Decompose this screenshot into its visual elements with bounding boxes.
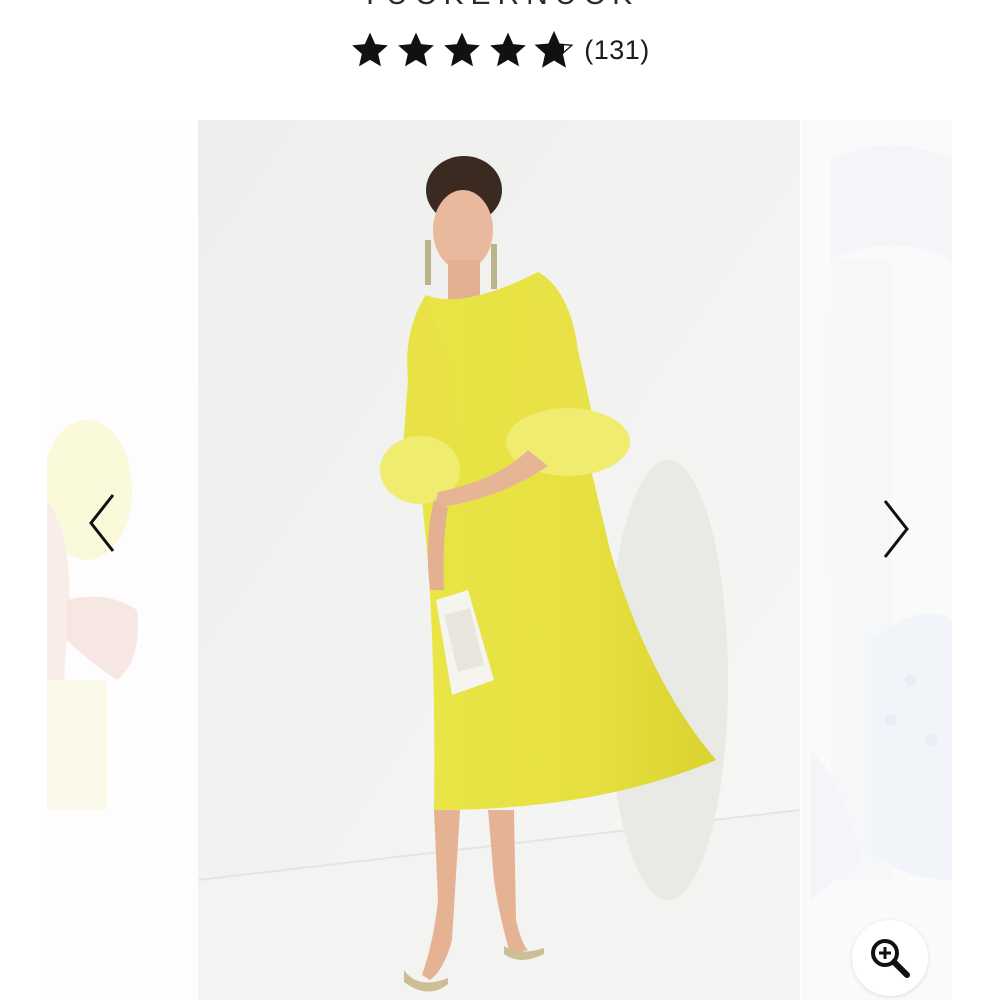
product-image-carousel[interactable] <box>47 120 952 1000</box>
previous-image-slide[interactable] <box>47 120 198 1000</box>
brand-name[interactable]: TUCKERNUCK <box>0 0 1000 12</box>
next-image-button[interactable] <box>874 494 918 564</box>
star-rating <box>350 30 574 70</box>
yellow-feather-dress-photo <box>198 120 800 1000</box>
review-rating[interactable]: (131) <box>0 30 1000 70</box>
zoom-in-icon <box>871 939 910 978</box>
star-icon <box>352 32 389 67</box>
star-icon <box>444 32 481 67</box>
star-icon <box>398 32 435 67</box>
review-count[interactable]: (131) <box>584 35 650 66</box>
main-product-image[interactable] <box>198 120 800 1000</box>
chevron-left-icon <box>89 494 115 552</box>
chevron-right-icon <box>883 500 909 558</box>
previous-image-button[interactable] <box>80 488 124 558</box>
star-icon <box>490 32 527 67</box>
zoom-button[interactable] <box>852 920 928 996</box>
half-star-icon <box>534 30 574 68</box>
